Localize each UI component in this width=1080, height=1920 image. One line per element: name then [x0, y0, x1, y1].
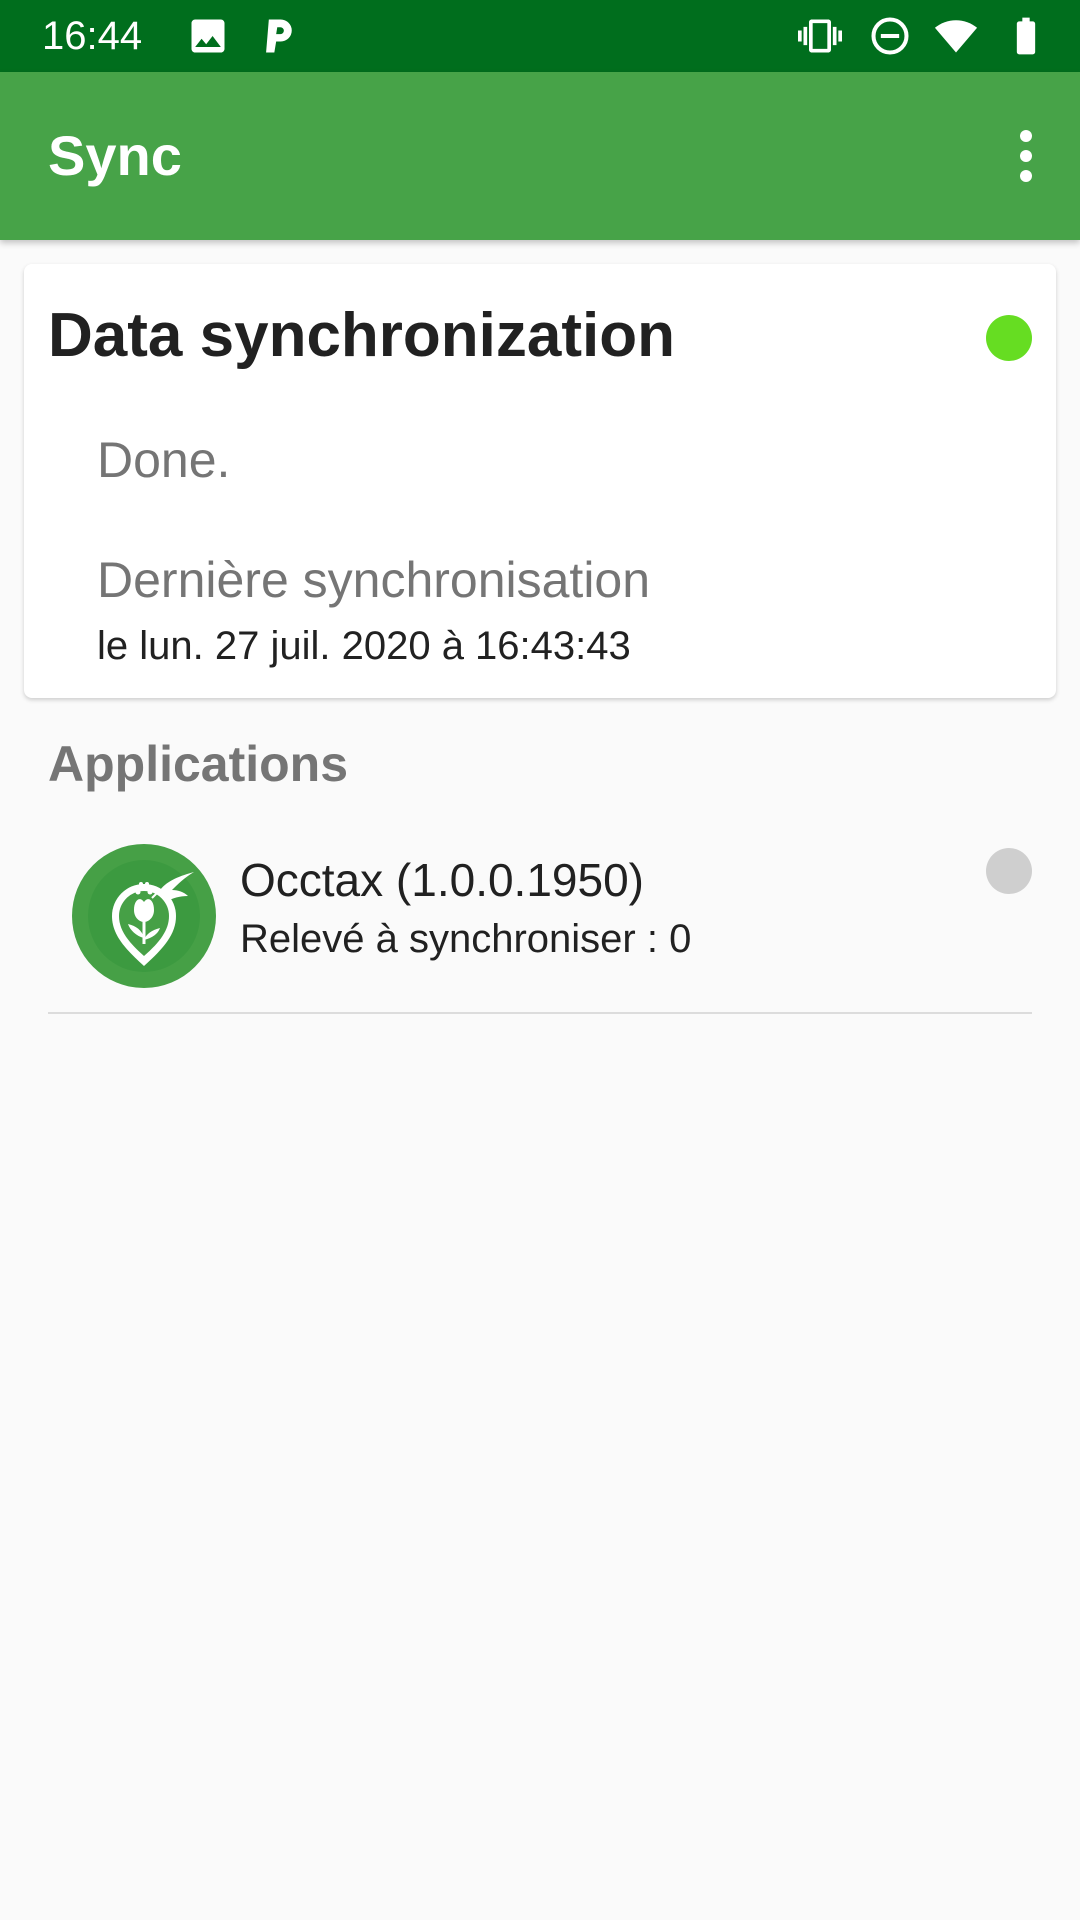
page-title: Sync — [48, 124, 182, 187]
status-time: 16:44 — [42, 14, 143, 58]
image-icon — [186, 14, 230, 58]
list-item-app[interactable]: Occtax (1.0.0.1950) Relevé à synchronise… — [48, 820, 1032, 1012]
applications-header: Applications — [48, 736, 349, 792]
sync-card[interactable]: Data synchronization Done. Dernière sync… — [24, 264, 1056, 698]
battery-icon — [1004, 14, 1048, 58]
app-bar: Sync — [0, 72, 1080, 240]
sync-status-indicator — [986, 315, 1032, 361]
sync-card-title: Data synchronization — [48, 301, 675, 370]
more-vert-icon — [1020, 130, 1032, 182]
sync-state-text: Done. — [97, 432, 231, 488]
app-pending-count: Relevé à synchroniser : 0 — [240, 917, 692, 961]
vibrate-icon — [798, 14, 842, 58]
overflow-menu-button[interactable] — [996, 122, 1056, 190]
app-status-indicator — [986, 848, 1032, 894]
divider — [48, 1012, 1032, 1014]
app-name: Occtax (1.0.0.1950) — [240, 854, 644, 906]
parking-p-icon — [256, 14, 300, 58]
do-not-disturb-icon — [868, 14, 912, 58]
wifi-icon — [934, 14, 978, 58]
occtax-logo-icon — [72, 844, 216, 988]
last-sync-value: le lun. 27 juil. 2020 à 16:43:43 — [97, 624, 631, 668]
last-sync-label: Dernière synchronisation — [97, 552, 651, 608]
status-bar: 16:44 — [0, 0, 1080, 72]
